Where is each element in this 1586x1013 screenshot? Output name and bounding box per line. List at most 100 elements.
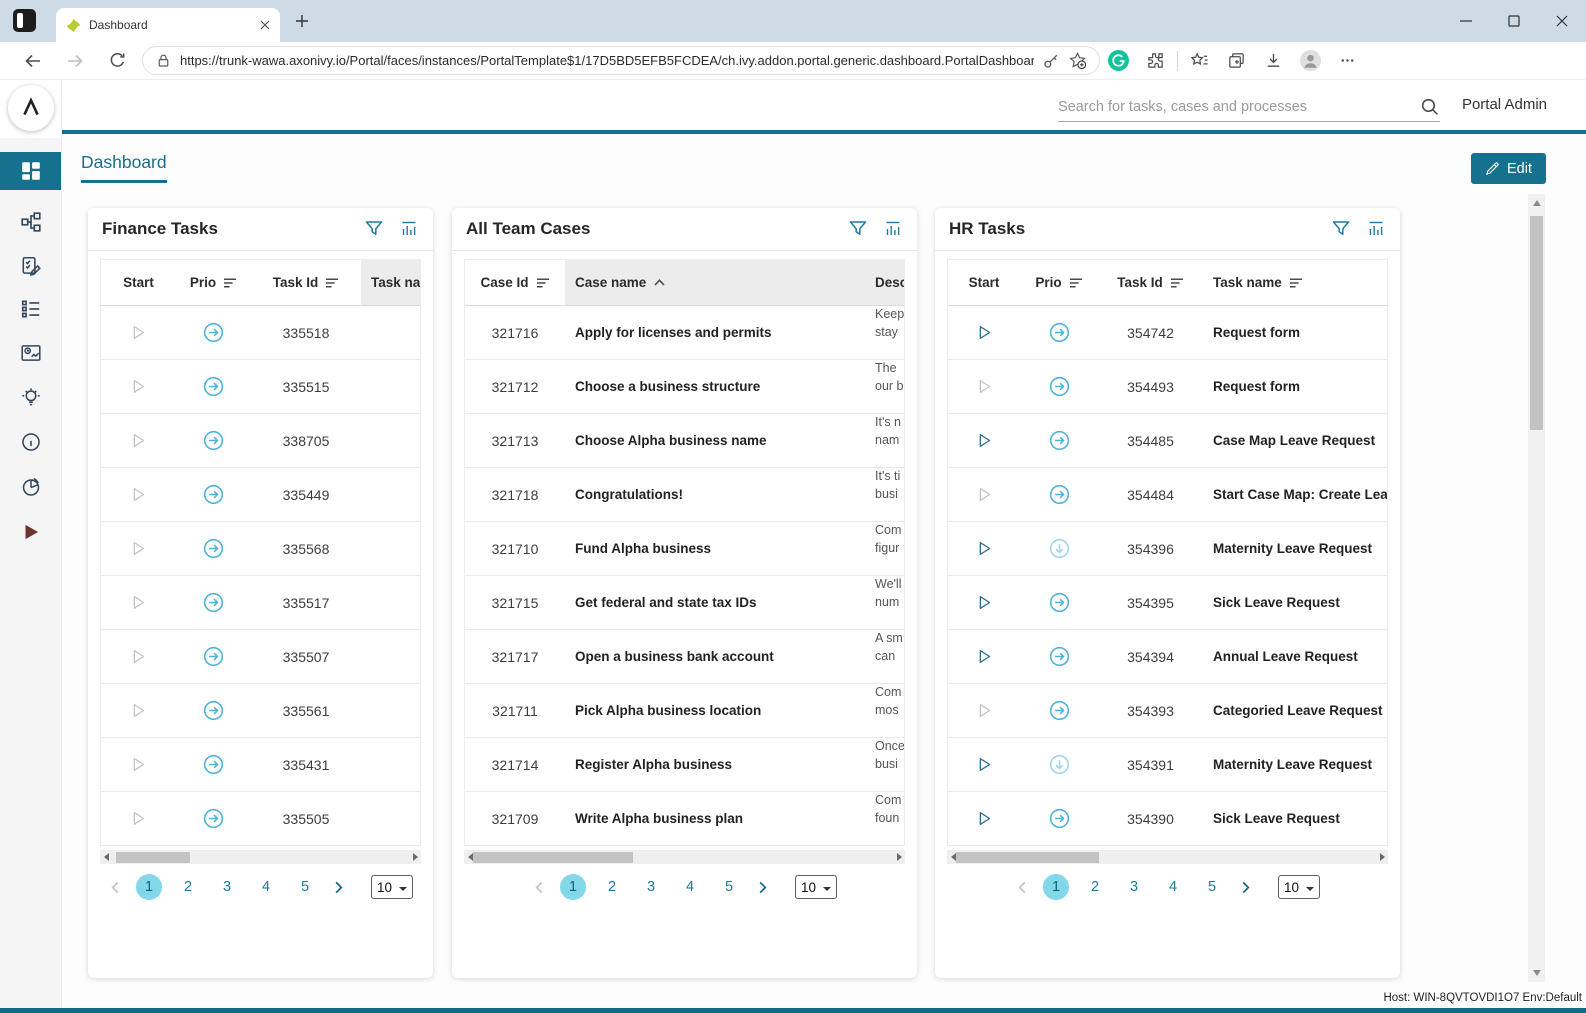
table-row[interactable]: 335431 (101, 738, 420, 792)
table-row[interactable]: 321714Register Alpha businessOncebusi (465, 738, 904, 792)
page-button-1[interactable]: 1 (1043, 874, 1069, 900)
chart-icon[interactable] (1366, 219, 1386, 239)
table-row[interactable]: 321711Pick Alpha business locationCommos (465, 684, 904, 738)
edit-dashboard-button[interactable]: Edit (1471, 153, 1546, 184)
table-row[interactable]: 321712Choose a business structureTheour … (465, 360, 904, 414)
sidebar-item-info[interactable] (0, 423, 61, 461)
table-row[interactable]: 354396Maternity Leave Request (948, 522, 1387, 576)
sidebar-item-dashboard[interactable] (0, 152, 61, 190)
sidebar-item-start[interactable] (0, 513, 61, 551)
column-header-case-name[interactable]: Case name (565, 260, 865, 305)
column-header-description[interactable]: Description (865, 260, 904, 305)
url-bar[interactable]: https://trunk-wawa.axonivy.io/Portal/fac… (142, 46, 1100, 75)
page-button-2[interactable]: 2 (175, 874, 201, 900)
next-page-button[interactable] (1238, 880, 1253, 895)
scroll-right-icon[interactable] (1376, 850, 1388, 864)
scroll-right-icon[interactable] (409, 850, 421, 864)
table-row[interactable]: 354391Maternity Leave Request (948, 738, 1387, 792)
profile-avatar[interactable] (1292, 49, 1329, 72)
sidebar-item-statistics[interactable] (0, 468, 61, 506)
table-row[interactable]: 354485Case Map Leave Request (948, 414, 1387, 468)
table-row[interactable]: 354395Sick Leave Request (948, 576, 1387, 630)
sidebar-item-processes[interactable] (0, 203, 61, 241)
maximize-button[interactable] (1490, 0, 1538, 42)
download-icon[interactable] (1255, 51, 1292, 70)
column-header-case-id[interactable]: Case Id (465, 260, 565, 305)
page-button-2[interactable]: 2 (599, 874, 625, 900)
page-button-3[interactable]: 3 (1121, 874, 1147, 900)
table-row[interactable]: 354493Request form (948, 360, 1387, 414)
global-search[interactable] (1058, 92, 1440, 122)
back-button[interactable] (12, 51, 54, 71)
table-row[interactable]: 321715Get federal and state tax IDsWe'll… (465, 576, 904, 630)
table-row[interactable]: 354393Categoried Leave Request (948, 684, 1387, 738)
table-row[interactable]: 335449 (101, 468, 420, 522)
page-button-1[interactable]: 1 (560, 874, 586, 900)
page-size-select[interactable]: 10 (371, 875, 413, 899)
favorite-star-add-icon[interactable] (1068, 51, 1087, 70)
chart-icon[interactable] (399, 219, 419, 239)
chart-icon[interactable] (883, 219, 903, 239)
start-task-button[interactable] (130, 324, 147, 341)
table-row[interactable]: 354394Annual Leave Request (948, 630, 1387, 684)
table-row[interactable]: 321717Open a business bank accountA smca… (465, 630, 904, 684)
refresh-button[interactable] (96, 51, 138, 70)
search-icon[interactable] (1419, 96, 1440, 117)
new-tab-button[interactable] (294, 13, 310, 34)
start-task-button[interactable] (976, 810, 993, 827)
scroll-up-icon[interactable] (1528, 200, 1545, 206)
scrollbar-thumb[interactable] (956, 852, 1099, 863)
start-task-button[interactable] (976, 594, 993, 611)
prev-page-button[interactable] (532, 880, 547, 895)
table-row[interactable]: 354390Sick Leave Request (948, 792, 1387, 846)
scroll-left-icon[interactable] (100, 850, 112, 864)
column-header-prio[interactable]: Prio (1020, 260, 1098, 305)
column-header-task-name[interactable]: Task name (1203, 260, 1387, 305)
filter-icon[interactable] (364, 219, 384, 239)
filter-icon[interactable] (1331, 219, 1351, 239)
start-task-button[interactable] (976, 540, 993, 557)
prev-page-button[interactable] (1015, 880, 1030, 895)
column-header-prio[interactable]: Prio (176, 260, 251, 305)
axonivy-logo[interactable] (8, 85, 54, 131)
page-button-4[interactable]: 4 (1160, 874, 1186, 900)
prev-page-button[interactable] (108, 880, 123, 895)
column-header-start[interactable]: Start (101, 260, 176, 305)
start-task-button[interactable] (130, 432, 147, 449)
page-size-select[interactable]: 10 (1278, 875, 1320, 899)
column-header-start[interactable]: Start (948, 260, 1020, 305)
next-page-button[interactable] (331, 880, 346, 895)
table-row[interactable]: 321713Choose Alpha business nameIt's nna… (465, 414, 904, 468)
dashboard-tab[interactable]: Dashboard (81, 152, 167, 183)
tab-actions-icon[interactable] (13, 9, 36, 32)
key-icon[interactable] (1042, 52, 1060, 70)
table-row[interactable]: 335505 (101, 792, 420, 846)
start-task-button[interactable] (130, 702, 147, 719)
start-task-button[interactable] (976, 324, 993, 341)
table-row[interactable]: 321716Apply for licenses and permitsKeep… (465, 306, 904, 360)
scroll-right-icon[interactable] (893, 850, 905, 864)
next-page-button[interactable] (755, 880, 770, 895)
start-task-button[interactable] (130, 540, 147, 557)
page-button-2[interactable]: 2 (1082, 874, 1108, 900)
table-row[interactable]: 321710Fund Alpha businessComfigur (465, 522, 904, 576)
collections-icon[interactable] (1218, 51, 1255, 70)
search-input[interactable] (1058, 99, 1413, 115)
page-button-4[interactable]: 4 (253, 874, 279, 900)
close-button[interactable] (1538, 0, 1586, 42)
page-button-5[interactable]: 5 (716, 874, 742, 900)
start-task-button[interactable] (130, 756, 147, 773)
browser-menu-icon[interactable] (1329, 51, 1366, 70)
page-button-4[interactable]: 4 (677, 874, 703, 900)
start-task-button[interactable] (976, 378, 993, 395)
scroll-down-icon[interactable] (1528, 970, 1545, 976)
table-row[interactable]: 321709Write Alpha business planComfoun (465, 792, 904, 846)
start-task-button[interactable] (976, 756, 993, 773)
horizontal-scrollbar[interactable] (947, 850, 1388, 864)
sidebar-item-tasks[interactable] (0, 247, 61, 285)
forward-button[interactable] (54, 51, 96, 71)
extensions-puzzle-icon[interactable] (1137, 51, 1174, 70)
favorites-bar-icon[interactable] (1181, 51, 1218, 70)
column-header-task-id[interactable]: Task Id (251, 260, 361, 305)
start-task-button[interactable] (130, 486, 147, 503)
